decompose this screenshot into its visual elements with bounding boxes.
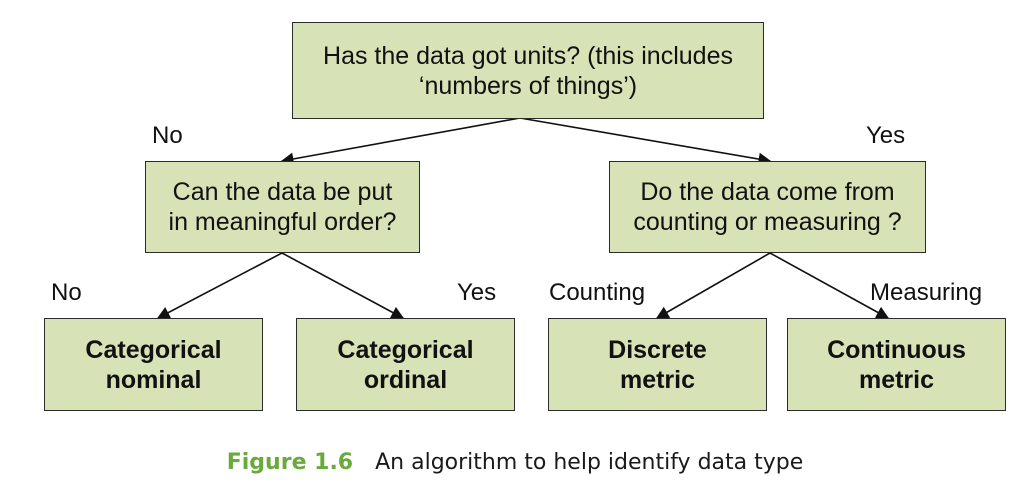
leaf-line1: Categorical <box>337 335 474 364</box>
leaf-line2: metric <box>619 365 696 394</box>
order-question-line2: in meaningful order? <box>168 208 397 236</box>
leaf-discrete-metric: Discrete metric <box>548 318 767 411</box>
arrow-order-to-ordinal <box>281 252 405 319</box>
arrow-root-to-order <box>280 117 521 166</box>
figure-caption-text: An algorithm to help identify data type <box>375 450 804 475</box>
leaf-line2: metric <box>858 365 935 394</box>
leaf-line1: Categorical <box>85 335 222 364</box>
leaf-line1: Discrete <box>608 335 707 364</box>
root-question-line1: Has the data got units? (this includes <box>323 41 733 70</box>
edge-label-measuring: Measuring <box>870 279 983 306</box>
counting-question-line1: Do the data come from <box>640 178 895 206</box>
figure-caption: Figure 1.6 An algorithm to help identify … <box>0 448 1030 478</box>
root-question-line2: ‘numbers of things’) <box>418 71 638 100</box>
root-question-box: Has the data got units? (this includes ‘… <box>292 22 764 119</box>
leaf-line1: Continuous <box>827 335 966 364</box>
leaf-line2: nominal <box>105 365 202 394</box>
edge-label-order-yes: Yes <box>457 279 497 306</box>
order-question-box: Can the data be put in meaningful order? <box>145 161 420 253</box>
arrow-root-to-counting <box>519 117 772 166</box>
figure-number: Figure 1.6 <box>226 450 354 475</box>
leaf-line2: ordinal <box>363 365 448 394</box>
leaf-continuous-metric: Continuous metric <box>787 318 1006 411</box>
edge-label-root-yes: Yes <box>866 122 906 149</box>
edge-label-order-no: No <box>51 279 82 306</box>
order-question-line1: Can the data be put <box>172 178 393 206</box>
arrow-counting-to-discrete <box>655 252 771 319</box>
edge-label-counting: Counting <box>549 279 646 306</box>
counting-question-box: Do the data come from counting or measur… <box>609 161 926 253</box>
leaf-categorical-ordinal: Categorical ordinal <box>296 318 515 411</box>
counting-question-line2: counting or measuring ? <box>633 208 902 236</box>
edge-label-root-no: No <box>152 122 183 149</box>
leaf-categorical-nominal: Categorical nominal <box>44 318 263 411</box>
arrow-order-to-nominal <box>156 252 283 319</box>
